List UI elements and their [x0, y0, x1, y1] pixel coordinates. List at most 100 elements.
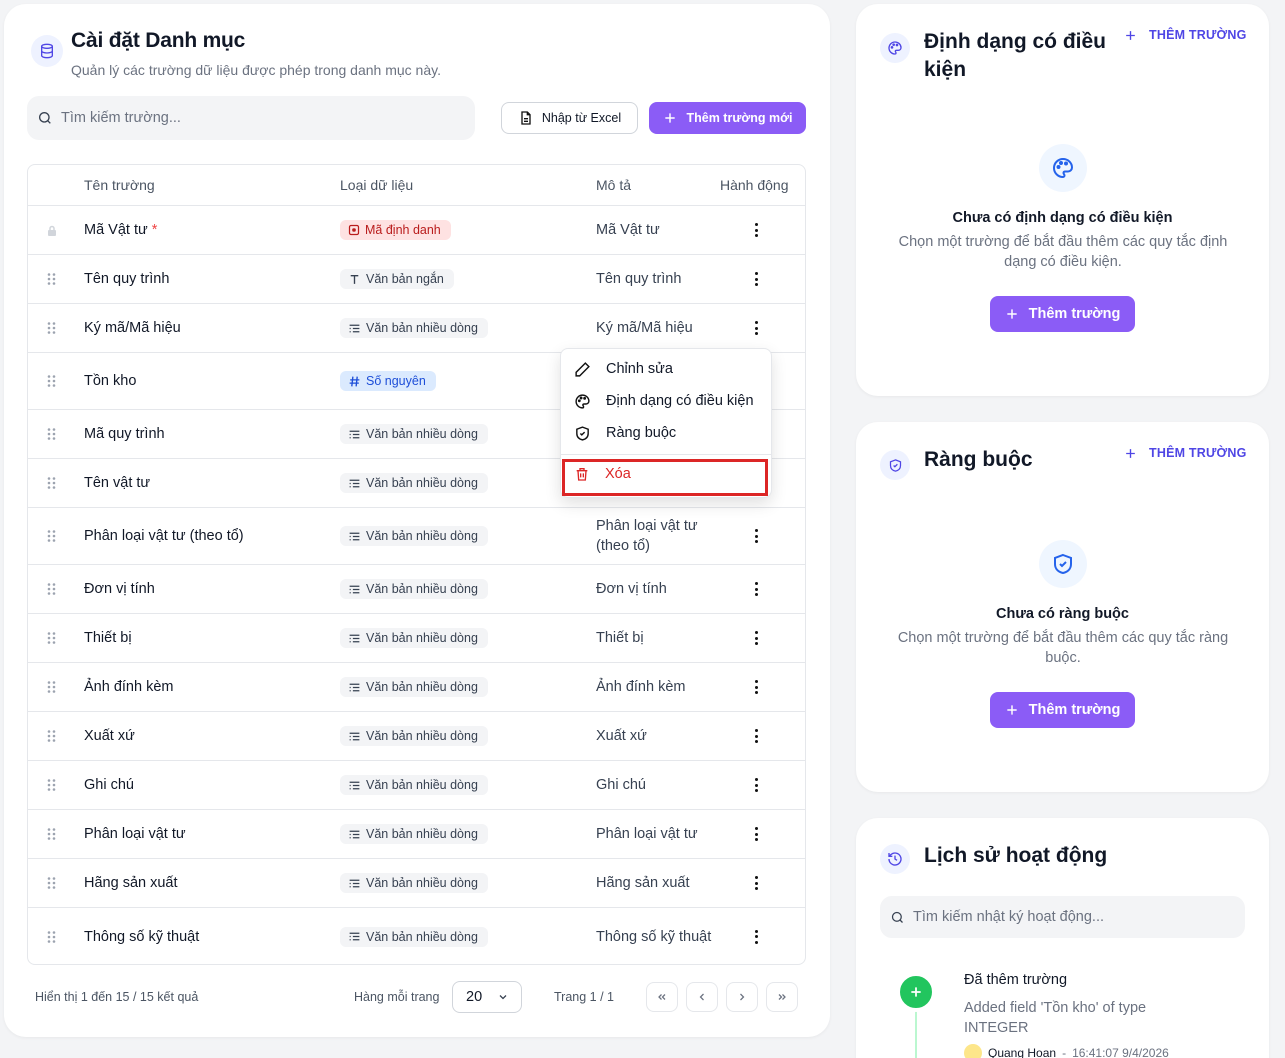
table-row[interactable]: Thiết bị Văn bản nhiều dòng Thiết bị — [28, 614, 805, 663]
rows-per-page-value: 20 — [466, 989, 483, 1005]
drag-handle-icon[interactable] — [47, 273, 56, 286]
first-page-button[interactable] — [646, 982, 678, 1012]
drag-handle-icon[interactable] — [47, 530, 56, 543]
drag-handle-icon[interactable] — [47, 428, 56, 441]
chevron-left-icon — [699, 993, 704, 1001]
field-description: Ghi chú — [596, 777, 646, 793]
field-description: Hãng sản xuất — [596, 875, 690, 891]
more-actions-icon[interactable] — [751, 679, 761, 695]
col-header-desc: Mô tả — [596, 177, 632, 193]
multiline-icon — [348, 477, 361, 490]
database-icon — [31, 35, 63, 67]
drag-handle-icon[interactable] — [47, 375, 56, 388]
field-type-badge: Văn bản nhiều dòng — [340, 579, 488, 599]
import-excel-button[interactable]: Nhập từ Excel — [501, 102, 638, 134]
last-page-button[interactable] — [766, 982, 798, 1012]
more-actions-icon[interactable] — [751, 222, 761, 238]
constraints-add-button[interactable]: Thêm trường — [990, 692, 1135, 728]
menu-divider — [561, 454, 771, 455]
table-row[interactable]: Ghi chú Văn bản nhiều dòng Ghi chú — [28, 761, 805, 810]
drag-handle-icon[interactable] — [47, 583, 56, 596]
plus-icon — [664, 113, 675, 123]
menu-item-conditional-format[interactable]: Định dạng có điều kiện — [561, 387, 771, 415]
more-actions-icon[interactable] — [751, 875, 761, 891]
table-row[interactable]: Tên quy trình Văn bản ngắn Tên quy trình — [28, 255, 805, 304]
field-name: Phân loại vật tư (theo tổ) — [84, 528, 244, 544]
multiline-icon — [348, 530, 361, 543]
shield-check-icon — [1039, 540, 1087, 588]
more-actions-icon[interactable] — [751, 528, 761, 544]
conditional-format-add-button[interactable]: Thêm trường — [990, 296, 1135, 332]
activity-entry-title: Đã thêm trường — [964, 972, 1068, 988]
table-row[interactable]: Đơn vị tính Văn bản nhiều dòng Đơn vị tính — [28, 565, 805, 614]
constraints-add-label: THÊM TRƯỜNG — [1149, 446, 1247, 460]
table-row[interactable]: Ảnh đính kèm Văn bản nhiều dòng Ảnh đính k… — [28, 663, 805, 712]
double-chevron-left-icon — [658, 994, 666, 1000]
drag-handle-icon[interactable] — [47, 877, 56, 890]
page-info: Trang 1 / 1 — [554, 990, 614, 1004]
conditional-format-add-label: THÊM TRƯỜNG — [1149, 28, 1247, 42]
file-icon — [521, 111, 531, 125]
field-description: Phân loại vật tư — [596, 826, 698, 842]
drag-handle-icon[interactable] — [47, 930, 56, 943]
col-header-actions: Hành động — [720, 177, 789, 193]
plus-icon — [1006, 309, 1017, 319]
import-excel-label: Nhập từ Excel — [541, 111, 622, 125]
field-description: Ảnh đính kèm — [596, 679, 686, 695]
more-actions-icon[interactable] — [751, 929, 761, 945]
menu-item-edit[interactable]: Chỉnh sửa — [561, 355, 771, 383]
drag-handle-icon[interactable] — [47, 681, 56, 694]
multiline-icon — [348, 930, 361, 943]
multiline-icon — [348, 632, 361, 645]
table-row[interactable]: Phân loại vật tư (theo tổ) Văn bản nhiều … — [28, 508, 805, 565]
table-row[interactable]: Mã Vật tư * Mã định danh Mã Vật tư — [28, 206, 805, 255]
more-actions-icon[interactable] — [751, 826, 761, 842]
table-row[interactable]: Xuất xứ Văn bản nhiều dòng Xuất xứ — [28, 712, 805, 761]
field-name: Xuất xứ — [84, 728, 135, 744]
field-name: Tên quy trình — [84, 271, 170, 287]
shield-icon — [880, 450, 910, 480]
menu-item-constraints[interactable]: Ràng buộc — [561, 419, 771, 447]
activity-log-title: Lịch sử hoạt động — [924, 844, 1108, 867]
more-actions-icon[interactable] — [751, 777, 761, 793]
drag-handle-icon[interactable] — [47, 632, 56, 645]
menu-item-conditional-format-label: Định dạng có điều kiện — [606, 393, 754, 409]
more-actions-icon[interactable] — [751, 320, 761, 336]
table-row[interactable]: Ký mã/Mã hiệu Văn bản nhiều dòng Ký mã/Mã … — [28, 304, 805, 353]
field-type-badge: Văn bản nhiều dòng — [340, 318, 488, 338]
activity-entry-user: Quang Hoan — [988, 1046, 1057, 1058]
conditional-format-add-link[interactable]: THÊM TRƯỜNG — [1124, 28, 1247, 42]
multiline-icon — [348, 681, 361, 694]
row-action-menu: Chỉnh sửa Định dạng có điều kiện Ràng bu… — [560, 348, 772, 498]
more-actions-icon[interactable] — [751, 728, 761, 744]
more-actions-icon[interactable] — [751, 271, 761, 287]
field-name: Thông số kỹ thuật — [84, 928, 200, 945]
table-row[interactable]: Hãng sản xuất Văn bản nhiều dòng Hãng sản … — [28, 859, 805, 908]
rows-per-page-select[interactable]: 20 — [452, 981, 522, 1013]
drag-handle-icon[interactable] — [47, 477, 56, 490]
next-page-button[interactable] — [726, 982, 758, 1012]
table-row[interactable]: Thông số kỹ thuật Văn bản nhiều dòng Thông… — [28, 908, 805, 964]
more-actions-icon[interactable] — [751, 630, 761, 646]
multiline-icon — [348, 322, 361, 335]
field-type-badge: Văn bản nhiều dòng — [340, 677, 488, 697]
activity-search-input[interactable]: Tìm kiếm nhật ký hoạt động... — [880, 896, 1245, 938]
drag-handle-icon[interactable] — [47, 730, 56, 743]
table-row[interactable]: Phân loại vật tư Văn bản nhiều dòng Phân l… — [28, 810, 805, 859]
drag-handle-icon[interactable] — [47, 779, 56, 792]
constraints-add-link[interactable]: THÊM TRƯỜNG — [1124, 446, 1247, 460]
field-type-badge: Văn bản ngắn — [340, 269, 454, 289]
multiline-icon — [348, 730, 361, 743]
prev-page-button[interactable] — [686, 982, 718, 1012]
activity-entry-meta: Quang Hoan - 16:41:07 9/4/2026 — [964, 1044, 1169, 1058]
drag-handle-icon[interactable] — [47, 322, 56, 335]
field-type-badge: Văn bản nhiều dòng — [340, 873, 488, 893]
double-chevron-right-icon — [778, 994, 786, 1000]
conditional-format-empty-desc: Chọn một trường để bắt đầu thêm các quy … — [898, 234, 1228, 270]
field-search-input[interactable]: Tìm kiếm trường... — [27, 96, 475, 140]
drag-handle-icon[interactable] — [47, 828, 56, 841]
add-field-button[interactable]: Thêm trường mới — [649, 102, 806, 134]
page-subtitle: Quản lý các trường dữ liệu được phép tro… — [71, 62, 441, 78]
more-actions-icon[interactable] — [751, 581, 761, 597]
menu-item-delete[interactable]: Xóa — [561, 460, 771, 488]
